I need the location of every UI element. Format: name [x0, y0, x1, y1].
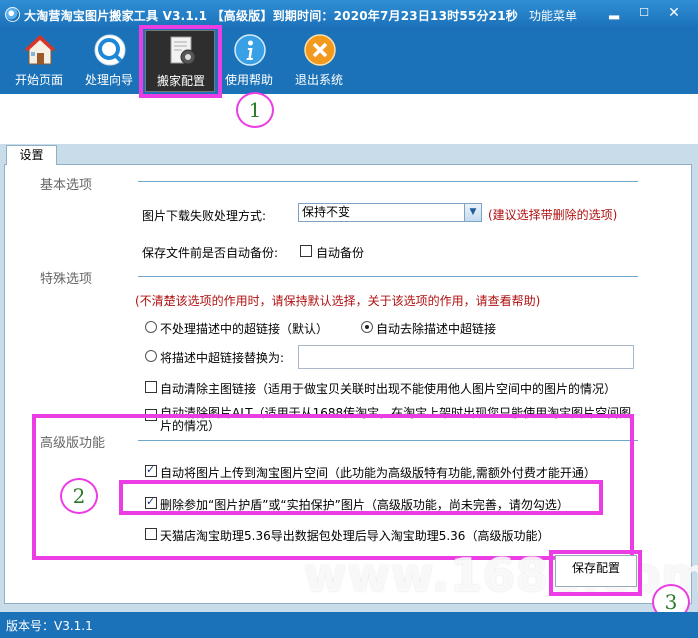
backup-label: 保存文件前是否自动备份: — [142, 246, 279, 260]
toolbar-home-label: 开始页面 — [14, 73, 63, 87]
settings-doc-icon — [170, 36, 196, 65]
clear-alt-checkbox[interactable] — [145, 409, 157, 421]
section-title-advanced: 高级版功能 — [40, 436, 106, 451]
toolbar-exit-button[interactable]: 退出系统 — [284, 30, 354, 92]
toolbar-config-label: 搬家配置 — [156, 74, 205, 88]
status-bar: 版本号：V3.1.1 — [0, 612, 698, 638]
close-button[interactable]: ✕ — [664, 4, 684, 22]
section-divider — [138, 276, 638, 277]
radio-replace-links[interactable] — [145, 350, 157, 362]
function-menu[interactable]: 功能菜单 — [529, 7, 577, 24]
section-title-special: 特殊选项 — [40, 272, 93, 287]
radio-remove-links[interactable] — [361, 321, 373, 333]
special-warning: (不清楚该选项的作用时，请保持默认选择，关于该选项的作用，请查看帮助) — [135, 294, 541, 308]
clear-alt-label-line2: 片的情况） — [160, 419, 221, 433]
toolbar-help-label: 使用帮助 — [224, 73, 273, 87]
chevron-down-icon[interactable]: ▼ — [464, 204, 481, 221]
toolbar-exit-label: 退出系统 — [294, 73, 343, 87]
clear-main-link-checkbox[interactable] — [145, 381, 157, 393]
exit-icon — [304, 34, 336, 66]
tab-settings[interactable]: 设置 — [6, 145, 57, 165]
toolbar: 开始页面 处理向导 搬家配置 使用帮助 退出系统 — [0, 30, 698, 94]
backup-checkbox-label: 自动备份 — [316, 246, 365, 260]
radio-keep-links-label: 不处理描述中的超链接（默认） — [160, 322, 329, 336]
clear-main-link-label: 自动清除主图链接（适用于做宝贝关联时出现不能使用他人图片空间中的图片的情况） — [160, 382, 617, 396]
app-window: 大淘营淘宝图片搬家工具 V3.1.1 【高级版】到期时间：2020年7月23日1… — [0, 0, 698, 638]
delete-protected-label: 删除参加“图片护盾”或“实拍保护”图片（高级版功能，尚未完善，请勿勾选） — [160, 498, 569, 512]
section-divider — [138, 181, 638, 182]
home-icon — [24, 35, 56, 65]
tmall-assistant-label: 天猫店淘宝助理5.36导出数据包处理后导入淘宝助理5.36（高级版功能） — [160, 529, 550, 543]
toolbar-help-button[interactable]: 使用帮助 — [214, 30, 284, 92]
clear-alt-label-line1: 自动清除图片ALT（适用于从1688传淘宝，在淘宝上架时出现您只能使用淘宝图片空… — [160, 406, 632, 420]
toolbar-wizard-label: 处理向导 — [84, 73, 133, 87]
window-title: 大淘营淘宝图片搬家工具 V3.1.1 【高级版】到期时间：2020年7月23日1… — [24, 9, 518, 23]
app-logo-icon — [5, 7, 20, 22]
title-bar: 大淘营淘宝图片搬家工具 V3.1.1 【高级版】到期时间：2020年7月23日1… — [0, 0, 698, 30]
backup-checkbox[interactable] — [300, 245, 312, 257]
toolbar-home-button[interactable]: 开始页面 — [4, 30, 74, 92]
delete-protected-checkbox[interactable] — [145, 495, 157, 509]
toolbar-config-button[interactable]: 搬家配置 — [145, 30, 215, 92]
annotation-1: 1 — [236, 92, 274, 128]
auto-upload-checkbox[interactable] — [145, 463, 157, 477]
info-icon — [234, 34, 266, 66]
radio-replace-links-label: 将描述中超链接替换为: — [160, 351, 285, 365]
annotation-2: 2 — [60, 478, 98, 514]
download-fail-select[interactable]: 保持不变 ▼ — [298, 203, 482, 222]
minimize-button[interactable]: ▂ — [604, 4, 624, 22]
auto-upload-label: 自动将图片上传到淘宝图片空间（此功能为高级版特有功能,需额外付费才能开通） — [160, 466, 596, 480]
section-divider — [138, 440, 638, 441]
tmall-assistant-checkbox[interactable] — [145, 528, 157, 540]
replace-link-input[interactable] — [298, 345, 634, 369]
section-title-basic: 基本选项 — [40, 178, 93, 193]
maximize-button[interactable]: ☐ — [634, 4, 654, 22]
save-config-button[interactable]: 保存配置 — [555, 555, 637, 587]
download-fail-label: 图片下载失败处理方式: — [142, 209, 267, 223]
version-text: 版本号：V3.1.1 — [6, 619, 93, 633]
content-background — [0, 94, 698, 144]
toolbar-wizard-button[interactable]: 处理向导 — [74, 30, 144, 92]
radio-keep-links[interactable] — [145, 321, 157, 333]
radio-remove-links-label: 自动去除描述中超链接 — [376, 322, 497, 336]
wizard-icon — [94, 34, 126, 66]
download-fail-value: 保持不变 — [302, 205, 351, 219]
download-fail-hint: (建议选择带删除的选项) — [488, 208, 618, 222]
